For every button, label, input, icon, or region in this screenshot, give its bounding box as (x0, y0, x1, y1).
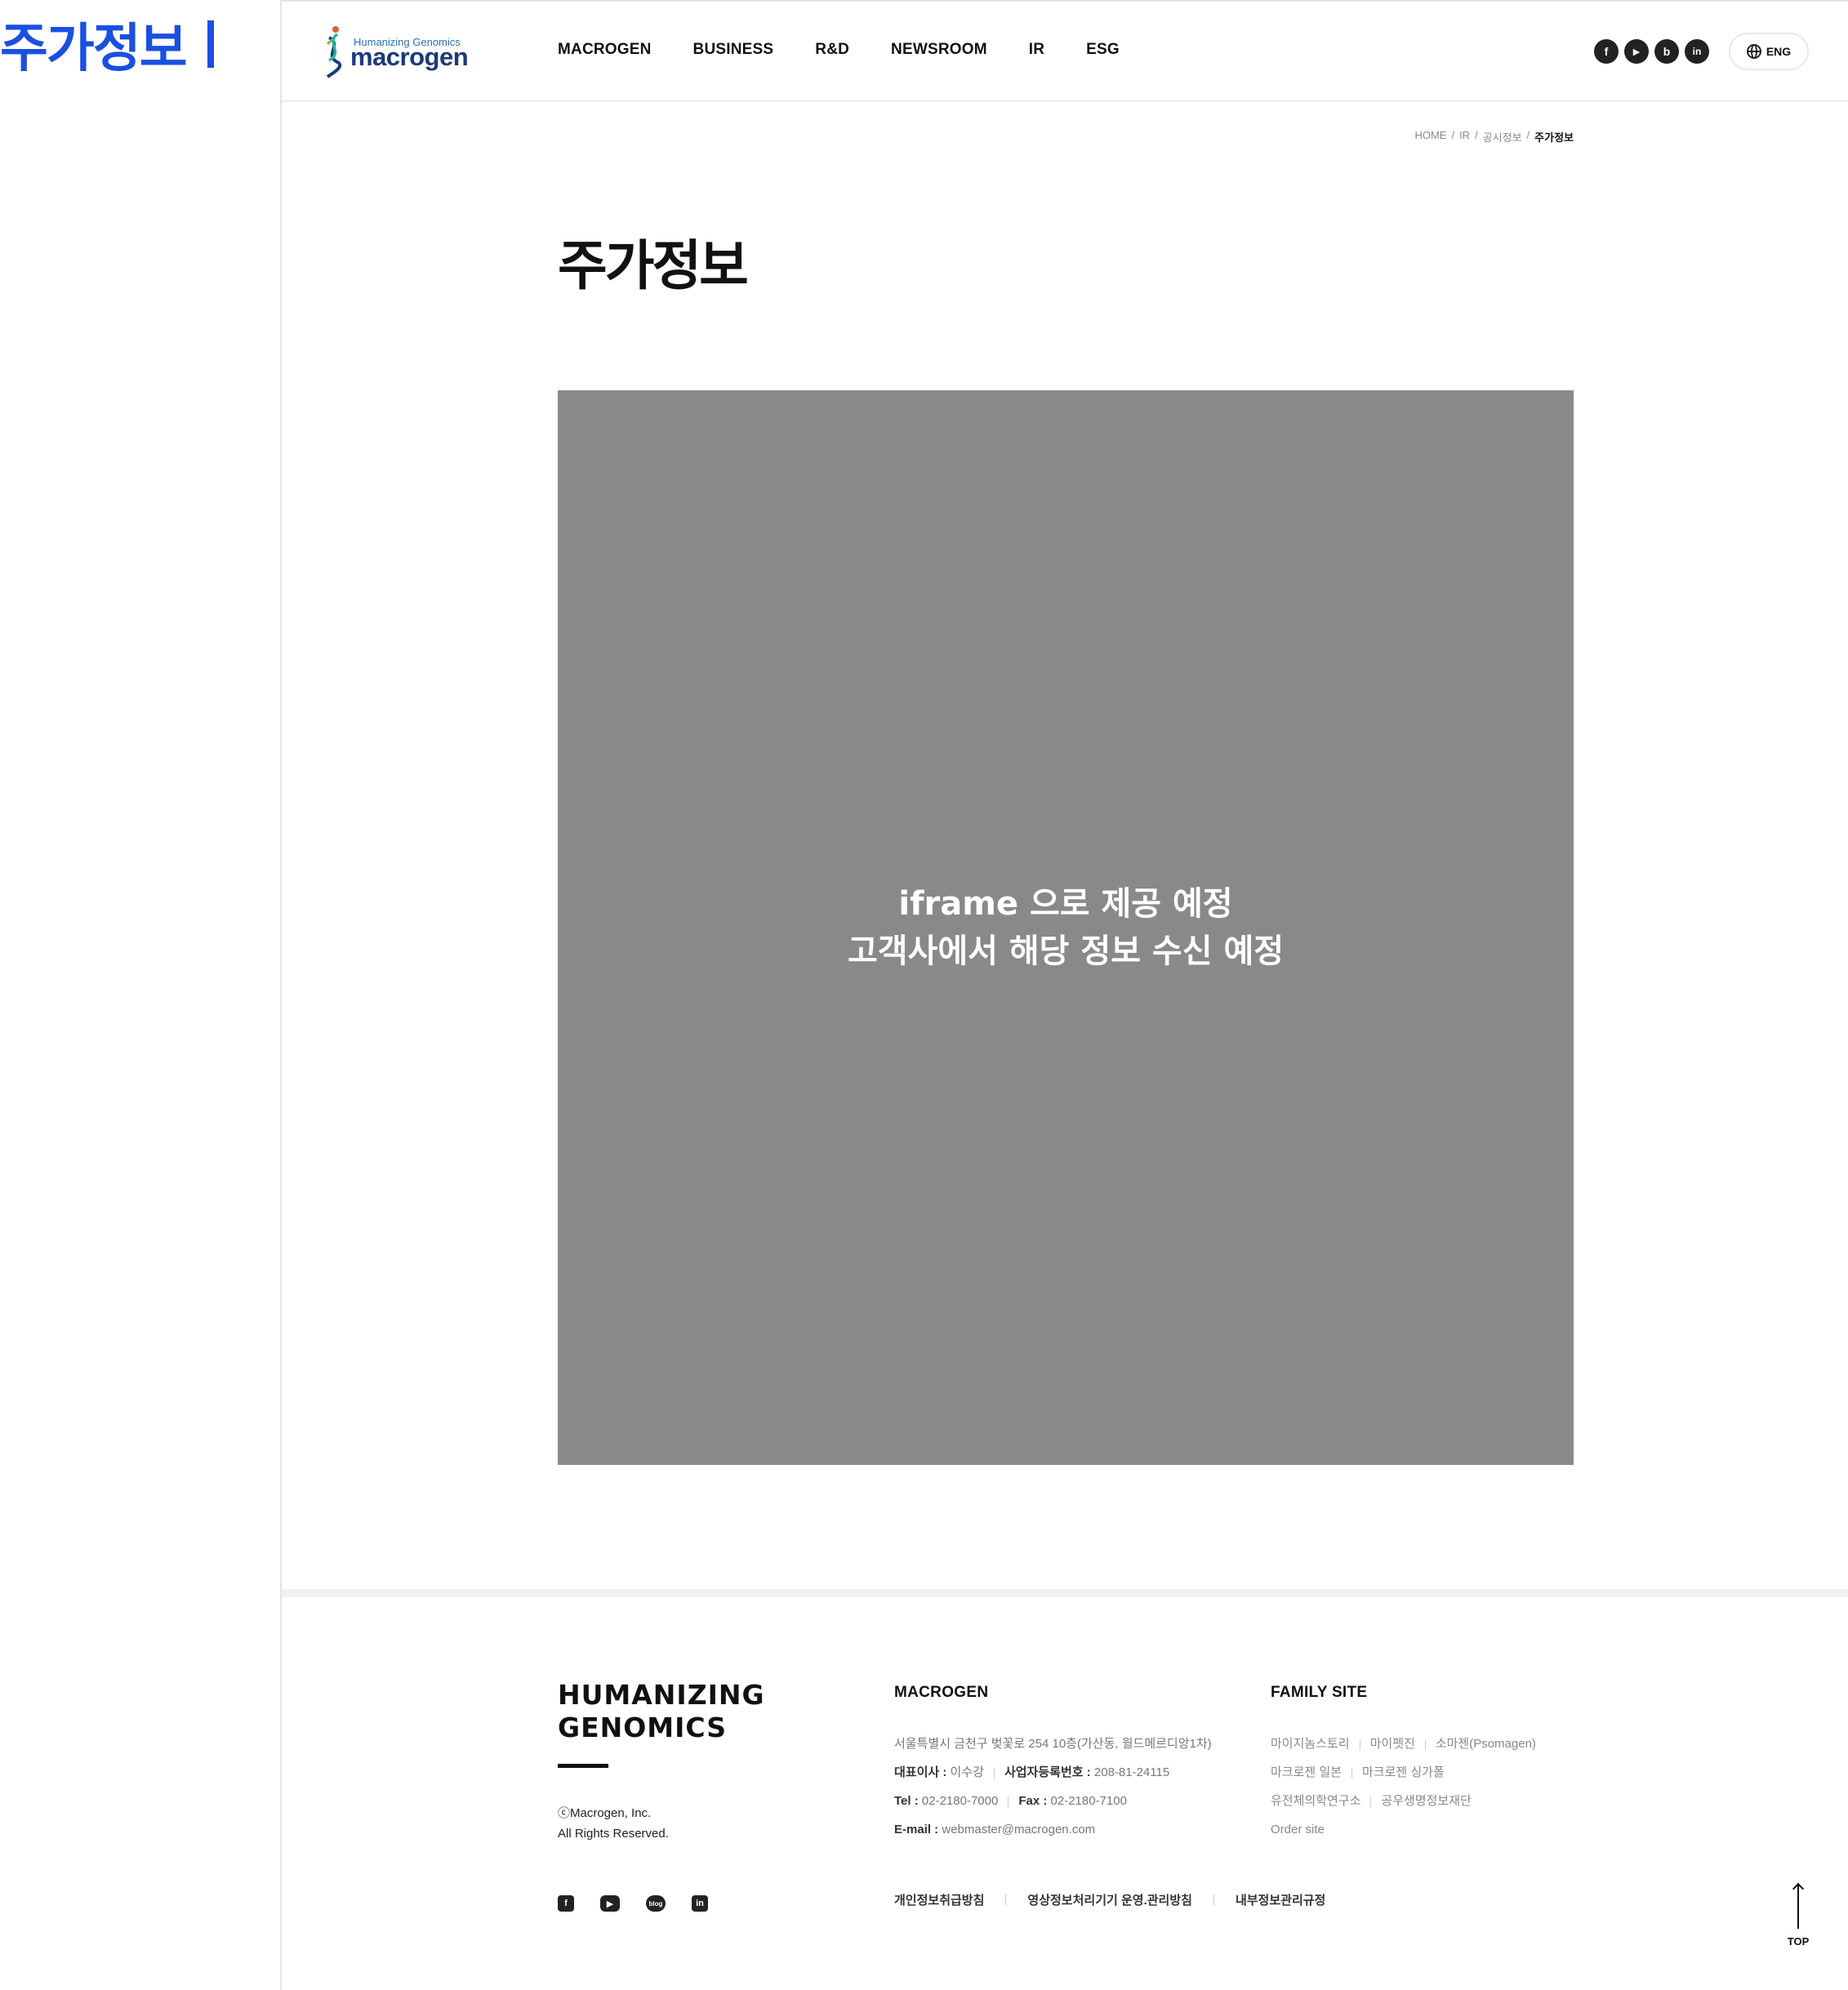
nav-item-rnd[interactable]: R&D (815, 41, 849, 59)
breadcrumb-current: 주가정보 (1534, 131, 1574, 144)
placeholder-line-2: 고객사에서 해당 정보 수신 예정 (847, 933, 1285, 970)
family-link[interactable]: 마이펫진 (1370, 1737, 1415, 1751)
page-frame: Humanizing Genomics macrogen MACROGEN BU… (280, 0, 1848, 1990)
footer-company-info: MACROGEN 서울특별시 금천구 벚꽃로 254 10층(가산동, 월드메르… (894, 1684, 1212, 1844)
arrow-up-icon (1797, 1883, 1799, 1929)
policy-links: 개인정보취급방침 영상정보처리기기 운영.관리방침 내부정보관리규정 (894, 1891, 1325, 1908)
language-toggle-button[interactable]: ENG (1729, 33, 1809, 70)
linkedin-icon[interactable]: in (1685, 39, 1709, 64)
family-link[interactable]: 공우생명정보재단 (1381, 1794, 1471, 1808)
scroll-top-label: TOP (1787, 1935, 1810, 1948)
breadcrumb-disclosure[interactable]: 공시정보 (1483, 129, 1522, 145)
side-page-label: 주가정보 (0, 7, 214, 82)
footer-slogan: HUMANIZING GENOMICS (558, 1679, 765, 1744)
company-address: 서울특별시 금천구 벚꽃로 254 10층(가산동, 월드메르디앙1차) (894, 1737, 1212, 1751)
page-title: 주가정보 (558, 234, 749, 297)
blog-icon[interactable]: b (1654, 39, 1679, 64)
text-cursor-bar (207, 20, 214, 68)
family-link[interactable]: 마이지놈스토리 (1271, 1737, 1350, 1751)
main-nav: MACROGEN BUSINESS R&D NEWSROOM IR ESG (558, 41, 1161, 59)
family-heading: FAMILY SITE (1271, 1684, 1368, 1701)
nav-item-macrogen[interactable]: MACROGEN (558, 41, 652, 59)
nav-item-esg[interactable]: ESG (1086, 41, 1120, 59)
macrogen-logo[interactable]: Humanizing Genomics macrogen (321, 23, 469, 80)
facebook-icon[interactable]: f (558, 1895, 574, 1912)
stock-info-iframe-placeholder: iframe 으로 제공 예정 고객사에서 해당 정보 수신 예정 (558, 390, 1574, 1465)
nav-item-business[interactable]: BUSINESS (693, 41, 774, 59)
site-footer: HUMANIZING GENOMICS ⓒMacrogen, Inc. All … (282, 1597, 1848, 1990)
company-email: E-mail : webmaster@macrogen.com (894, 1823, 1096, 1836)
family-link[interactable]: 소마젠(Psomagen) (1436, 1737, 1536, 1751)
slogan-underline (558, 1764, 608, 1768)
footer-social-links: f ▶ blog in (558, 1895, 708, 1912)
copyright-line-2: All Rights Reserved. (558, 1827, 669, 1841)
youtube-icon[interactable]: ▶ (600, 1895, 620, 1912)
family-link[interactable]: 유전체의학연구소 (1271, 1794, 1360, 1808)
breadcrumb-ir[interactable]: IR (1459, 129, 1470, 145)
logo-wordmark: macrogen (350, 42, 469, 71)
nav-item-ir[interactable]: IR (1029, 41, 1044, 59)
placeholder-line-1: iframe 으로 제공 예정 (898, 885, 1233, 923)
header-social-links: f ▶ b in (1594, 39, 1709, 64)
facebook-icon[interactable]: f (1594, 39, 1619, 64)
company-heading: MACROGEN (894, 1684, 989, 1701)
copyright: ⓒMacrogen, Inc. All Rights Reserved. (558, 1803, 669, 1844)
copyright-line-1: ⓒMacrogen, Inc. (558, 1806, 652, 1820)
linkedin-icon[interactable]: in (692, 1895, 708, 1912)
privacy-policy-link[interactable]: 개인정보취급방침 (894, 1891, 984, 1908)
breadcrumb-home[interactable]: HOME (1414, 129, 1446, 145)
slogan-line-2: GENOMICS (558, 1712, 728, 1743)
internal-info-policy-link[interactable]: 내부정보관리규정 (1236, 1891, 1325, 1908)
breadcrumb: HOME / IR / 공시정보 / 주가정보 (1414, 129, 1574, 145)
scroll-top-button[interactable]: TOP (1784, 1883, 1812, 1948)
company-tel-fax: Tel : 02-2180-7000 Fax : 02-2180-7100 (894, 1794, 1127, 1808)
language-label: ENG (1766, 45, 1792, 58)
family-sites: FAMILY SITE 마이지놈스토리 마이펫진 소마젠(Psomagen) 마크로… (1271, 1684, 1536, 1844)
company-ceo-bizno: 대표이사 : 이수강 사업자등록번호 : 208-81-24115 (894, 1765, 1170, 1779)
nav-item-newsroom[interactable]: NEWSROOM (891, 41, 987, 59)
youtube-icon[interactable]: ▶ (1624, 39, 1649, 64)
dna-logo-icon (326, 26, 342, 78)
slogan-line-1: HUMANIZING (558, 1679, 765, 1711)
footer-divider (282, 1589, 1848, 1597)
cctv-policy-link[interactable]: 영상정보처리기기 운영.관리방침 (1027, 1891, 1192, 1908)
family-link[interactable]: Order site (1271, 1823, 1325, 1836)
side-page-label-text: 주가정보 (0, 19, 188, 79)
site-header: Humanizing Genomics macrogen MACROGEN BU… (282, 2, 1848, 102)
globe-icon (1746, 44, 1761, 59)
family-link[interactable]: 마크로젠 싱가폴 (1362, 1765, 1445, 1779)
family-link[interactable]: 마크로젠 일본 (1271, 1765, 1342, 1779)
blog-icon[interactable]: blog (646, 1895, 666, 1912)
